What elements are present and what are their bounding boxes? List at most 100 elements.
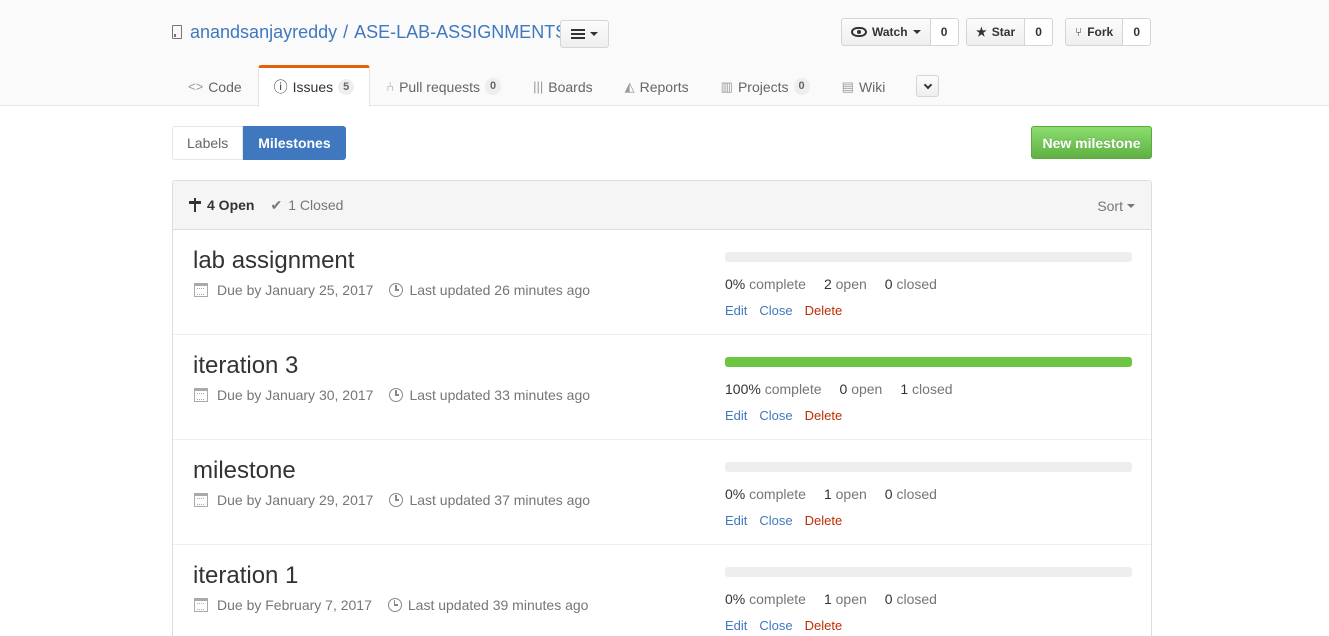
open-filter-label: 4 Open [207,197,255,213]
milestone-title[interactable]: lab assignment [193,247,354,275]
sort-label: Sort [1097,197,1123,214]
delete-milestone-link[interactable]: Delete [805,618,843,633]
watch-button[interactable]: Watch [841,18,931,46]
caret-down-icon [912,30,921,34]
tab-code-label: Code [208,78,242,95]
watch-control: Watch 0 [841,18,959,46]
tab-reports[interactable]: ◭ Reports [609,65,705,106]
milestone-actions: Edit Close Delete [725,513,842,528]
milestone-stats: 0% complete 1 open 0 closed [725,591,937,607]
open-count[interactable]: 0 open [840,381,883,397]
new-milestone-button[interactable]: New milestone [1031,126,1152,159]
clock-icon [389,388,404,402]
repo-name-link[interactable]: ASE-LAB-ASSIGNMENTS [354,22,567,43]
milestone-due-date: Due by February 7, 2017 [217,597,372,613]
open-count[interactable]: 2 open [824,276,867,292]
edit-milestone-link[interactable]: Edit [725,408,747,423]
labels-milestones-toggle: Labels Milestones [172,126,346,160]
milestone-last-updated: Last updated 39 minutes ago [407,597,589,613]
close-milestone-link[interactable]: Close [759,303,792,318]
milestones-list: 4 Open ✔ 1 Closed Sort lab assignment Du… [172,180,1152,636]
closed-count[interactable]: 1 closed [900,381,952,397]
eye-icon [851,27,867,37]
open-count[interactable]: 1 open [824,591,867,607]
milestone-due-date: Due by January 30, 2017 [217,387,374,403]
repo-title: anandsanjayreddy / ASE-LAB-ASSIGNMENTS [172,18,567,46]
projects-counter: 0 [793,78,810,95]
repo-owner-link[interactable]: anandsanjayreddy [190,22,337,43]
milestone-meta: Due by January 25, 2017 Last updated 26 … [194,282,590,298]
sort-dropdown[interactable]: Sort [1097,181,1135,230]
milestone-icon [189,198,201,212]
fork-count[interactable]: 0 [1123,18,1152,46]
open-count[interactable]: 1 open [824,486,867,502]
milestone-last-updated: Last updated 26 minutes ago [409,282,591,298]
fork-icon: ⑂ [1075,25,1083,39]
milestone-row: lab assignment Due by January 25, 2017 L… [173,230,1151,335]
clock-icon [389,493,404,507]
milestone-actions: Edit Close Delete [725,408,842,423]
labels-tab[interactable]: Labels [172,126,244,160]
milestone-stats: 0% complete 2 open 0 closed [725,276,937,292]
close-milestone-link[interactable]: Close [759,408,792,423]
fork-button[interactable]: ⑂ Fork [1065,18,1124,46]
milestones-tab[interactable]: Milestones [243,126,346,160]
milestone-due-date: Due by January 29, 2017 [217,492,374,508]
calendar-icon [194,283,208,297]
clock-icon [389,283,404,297]
tab-wiki[interactable]: ▤ Wiki [826,65,902,106]
tab-boards-label: Boards [548,78,593,95]
milestone-actions: Edit Close Delete [725,618,842,633]
edit-milestone-link[interactable]: Edit [725,303,747,318]
check-icon: ✔ [270,196,283,213]
delete-milestone-link[interactable]: Delete [805,513,843,528]
milestone-meta: Due by January 30, 2017 Last updated 33 … [194,387,590,403]
milestone-rows: lab assignment Due by January 25, 2017 L… [173,230,1151,636]
calendar-icon [194,598,208,612]
closed-count[interactable]: 0 closed [885,486,937,502]
milestone-title[interactable]: iteration 1 [193,562,298,590]
repo-nav: <> Code ⓘ Issues 5 ⑃ Pull requests 0 |||… [172,65,902,107]
watch-count[interactable]: 0 [930,18,959,46]
repo-icon [172,25,182,39]
milestone-stats: 100% complete 0 open 1 closed [725,381,953,397]
star-count[interactable]: 0 [1025,18,1054,46]
more-tabs-button[interactable] [916,75,939,97]
milestone-progress-bar [725,567,1132,577]
tab-projects-label: Projects [737,78,789,95]
chevron-down-icon [923,80,932,89]
tab-projects[interactable]: ▥ Projects 0 [705,65,826,106]
close-milestone-link[interactable]: Close [759,513,792,528]
code-icon: <> [188,79,204,94]
state-filters: 4 Open ✔ 1 Closed [189,197,343,214]
list-icon [571,29,585,39]
close-milestone-link[interactable]: Close [759,618,792,633]
open-filter[interactable]: 4 Open [189,197,254,213]
milestone-progress-bar [725,462,1132,472]
fork-label: Fork [1087,25,1114,39]
delete-milestone-link[interactable]: Delete [805,408,843,423]
milestone-progress-fill [725,357,1132,367]
milestone-title[interactable]: milestone [193,457,296,485]
milestone-title[interactable]: iteration 3 [193,352,298,380]
tab-issues[interactable]: ⓘ Issues 5 [257,65,371,107]
star-button[interactable]: ★ Star [966,18,1026,46]
list-menu-button[interactable] [560,20,609,48]
closed-count[interactable]: 0 closed [885,276,937,292]
caret-down-icon [590,32,598,36]
closed-filter[interactable]: ✔ 1 Closed [270,197,343,214]
graph-icon: ◭ [624,78,635,94]
tab-pull-requests[interactable]: ⑃ Pull requests 0 [370,65,517,106]
tab-code[interactable]: <> Code [172,65,258,106]
milestone-last-updated: Last updated 37 minutes ago [409,492,591,508]
delete-milestone-link[interactable]: Delete [805,303,843,318]
tab-boards[interactable]: ||| Boards [517,65,609,106]
closed-count[interactable]: 0 closed [885,591,937,607]
edit-milestone-link[interactable]: Edit [725,618,747,633]
milestone-row: iteration 3 Due by January 30, 2017 Last… [173,335,1151,440]
milestone-row: milestone Due by January 29, 2017 Last u… [173,440,1151,545]
percent-complete: 0% complete [725,486,806,502]
percent-complete: 0% complete [725,591,806,607]
edit-milestone-link[interactable]: Edit [725,513,747,528]
percent-complete: 100% complete [725,381,822,397]
